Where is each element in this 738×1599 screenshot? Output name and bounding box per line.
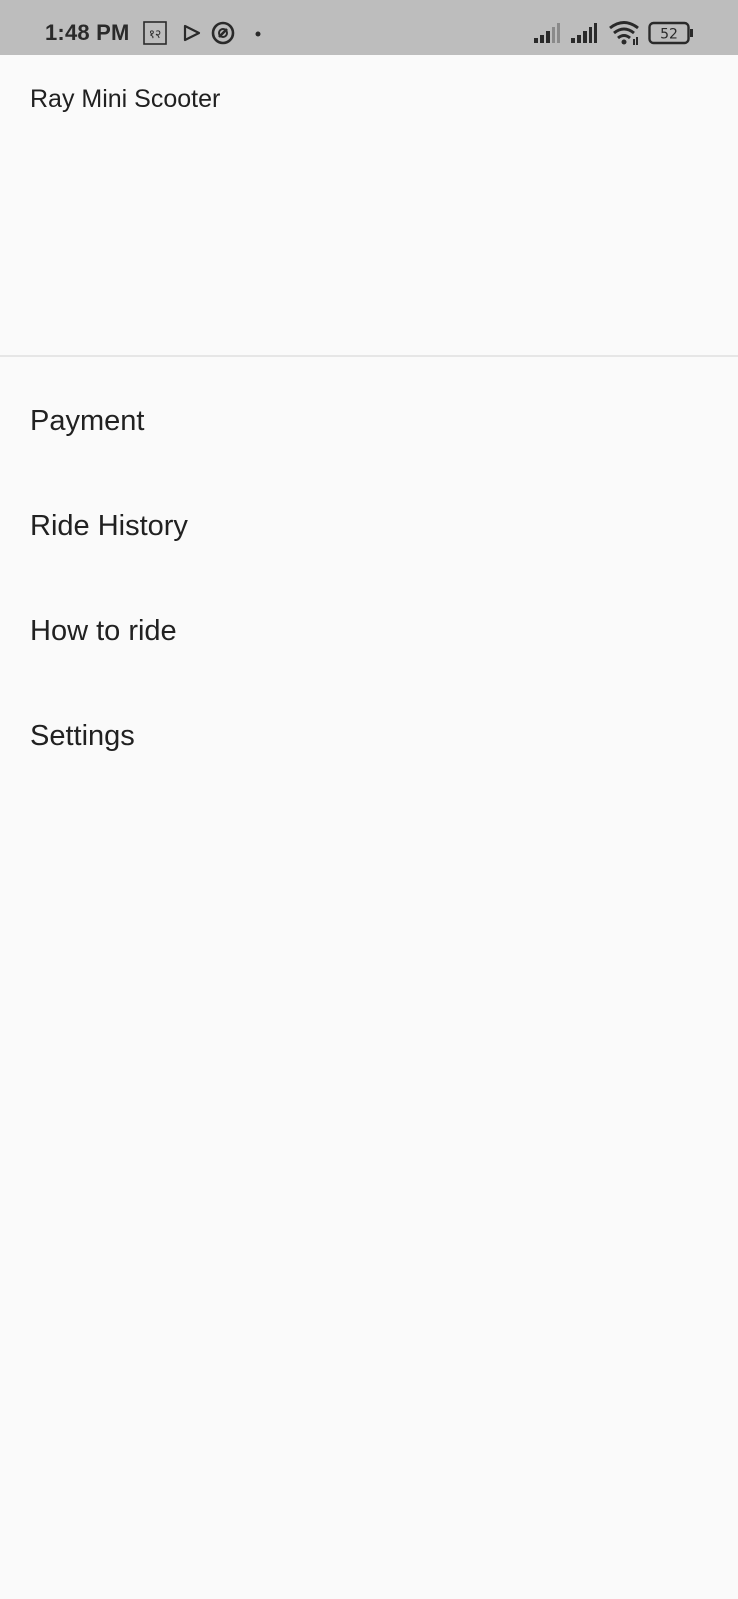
menu-item-ride-history[interactable]: Ride History <box>0 475 738 580</box>
lang-icon: १२ <box>143 21 167 51</box>
wifi-icon <box>608 20 640 50</box>
blocked-icon <box>211 21 235 51</box>
drawer-header: Ray Mini Scooter <box>0 55 738 357</box>
menu-item-label: How to ride <box>30 615 177 647</box>
signal-icon <box>570 22 598 52</box>
menu-item-label: Ride History <box>30 510 188 542</box>
app-title: Ray Mini Scooter <box>30 85 221 113</box>
menu-item-label: Settings <box>30 720 135 752</box>
battery-icon: 52 <box>648 21 694 51</box>
menu-item-settings[interactable]: Settings <box>0 685 738 790</box>
svg-text:१२: १२ <box>149 27 161 41</box>
menu-item-how-to-ride[interactable]: How to ride <box>0 580 738 685</box>
menu-item-payment[interactable]: Payment <box>0 370 738 475</box>
signal-icon <box>533 22 561 52</box>
svg-text:52: 52 <box>660 27 678 43</box>
status-bar: 1:48 PM १२ 52 <box>0 0 738 55</box>
status-time: 1:48 PM <box>45 20 130 45</box>
play-icon <box>183 24 201 54</box>
drawer-menu: Payment Ride History How to ride Setting… <box>0 370 738 790</box>
menu-item-label: Payment <box>30 405 145 437</box>
